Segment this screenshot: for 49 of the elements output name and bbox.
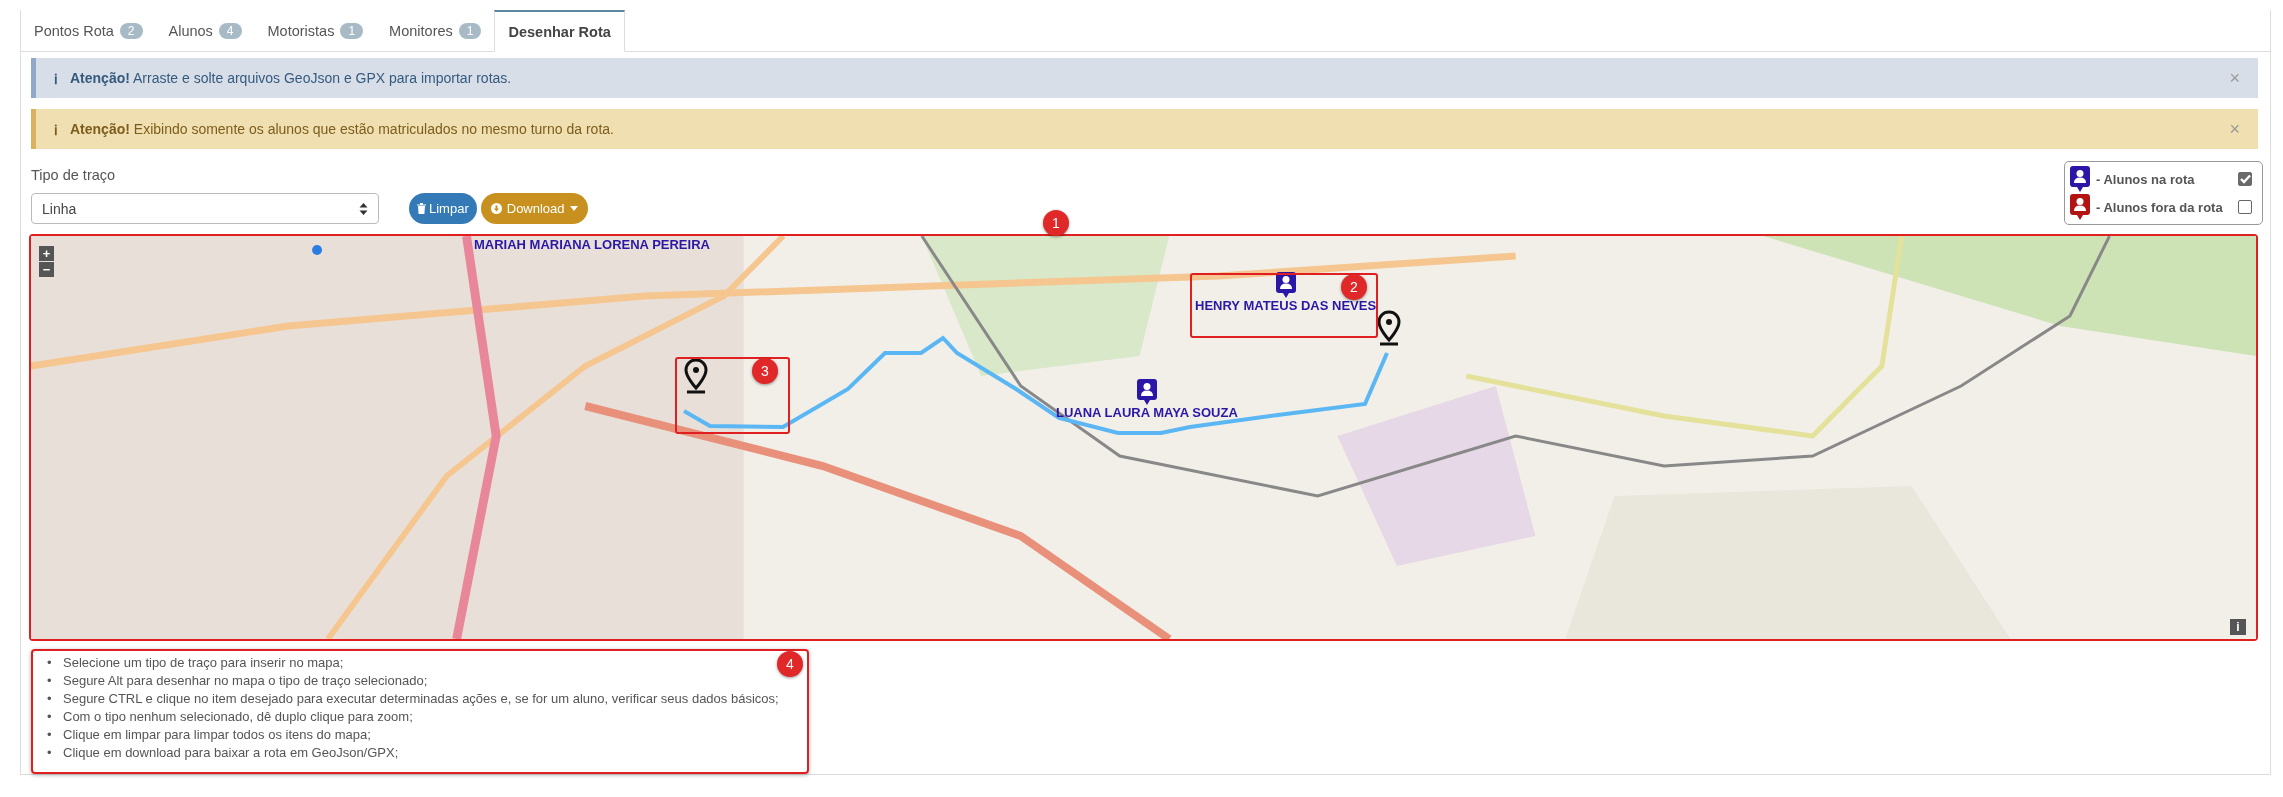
location-pin-icon[interactable]	[1376, 310, 1402, 348]
tab[interactable]: Monitores 1	[376, 10, 495, 52]
bullet: •	[47, 654, 53, 672]
field-label: Tipo de traço	[31, 167, 116, 183]
count-badge: 1	[340, 23, 364, 39]
zoom-in-button[interactable]: +	[39, 246, 54, 261]
bullet: •	[47, 672, 53, 690]
count-badge: 1	[458, 23, 482, 39]
clear-button[interactable]: Limpar	[409, 193, 477, 224]
caret-icon	[569, 206, 578, 211]
instruction-item: Clique em limpar para limpar todos os itens do mapa;	[63, 727, 371, 742]
bullet: •	[47, 744, 53, 762]
count-badge: 2	[119, 23, 143, 39]
location-pin-icon[interactable]	[683, 358, 709, 396]
tab[interactable]: Pontos Rota 2	[21, 10, 156, 52]
count-badge: 4	[218, 23, 242, 39]
trash-icon	[417, 203, 426, 214]
annotation-number: 4	[777, 651, 803, 677]
sort-caret-icon	[359, 201, 368, 216]
bullet: •	[47, 690, 53, 708]
person-marker-icon[interactable]	[1136, 379, 1157, 405]
annotation-number: 1	[1043, 210, 1069, 236]
trace-type-select[interactable]: Linha	[31, 193, 379, 224]
legend-label: - Alunos na rota	[2096, 171, 2196, 187]
student-name: HENRY MATEUS DAS NEVES	[1195, 298, 1377, 313]
tab[interactable]: Desenhar Rota	[494, 10, 625, 52]
checkbox[interactable]	[2238, 172, 2252, 186]
instruction-item: Segure CTRL e clique no item desejado para executar determinadas ações e, se for um aluno, verificar seus dados básicos;	[63, 691, 779, 706]
student-name: MARIAH MARIANA LORENA PEREIRA	[474, 237, 710, 252]
map-view[interactable]: + − MARIAH MARIANA LORENA PEREIRA HENRY MATEUS DAS NEVES LUANA LAURA MAYA SOUZA i 2 3	[29, 234, 2258, 641]
student-name: LUANA LAURA MAYA SOUZA	[1056, 405, 1238, 420]
alert-text: Atenção! Arraste e solte arquivos GeoJson e GPX para importar rotas.	[70, 70, 513, 86]
tab[interactable]: Motoristas 1	[254, 10, 377, 52]
tab[interactable]: Alunos 4	[155, 10, 255, 52]
download-icon	[490, 203, 502, 214]
instruction-item: Com o tipo nenhum selecionado, dê duplo clique para zoom;	[63, 709, 413, 724]
instruction-item: Clique em download para baixar a rota em GeoJson/GPX;	[63, 745, 399, 760]
instruction-item: Selecione um tipo de traço para inserir no mapa;	[63, 655, 344, 670]
checkbox[interactable]	[2238, 200, 2252, 214]
bullet: •	[47, 708, 53, 726]
bullet: •	[47, 726, 53, 744]
person-marker-icon[interactable]	[1275, 272, 1296, 298]
info-icon: ℹ	[54, 119, 70, 139]
alert-text: Atenção! Exibindo somente os alunos que estão matriculados no mesmo turno da rota.	[70, 121, 615, 137]
legend-label: - Alunos fora da rota	[2096, 199, 2224, 215]
info-button[interactable]: i	[2230, 619, 2246, 635]
zoom-out-button[interactable]: −	[39, 262, 54, 277]
instruction-item: Segure Alt para desenhar no mapa o tipo de traço selecionado;	[63, 673, 428, 688]
info-icon: ℹ	[54, 68, 70, 88]
